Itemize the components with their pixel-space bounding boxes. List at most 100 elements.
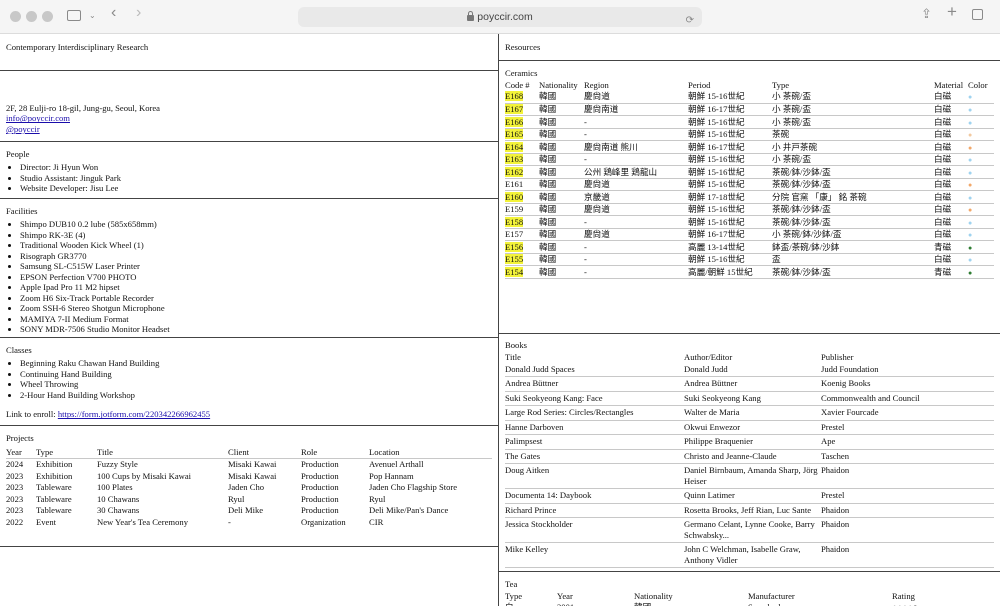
projects-heading: Projects — [6, 433, 34, 443]
color-dot-icon: ● — [968, 181, 973, 190]
ceramic-code[interactable]: E154 — [505, 266, 524, 277]
table-row[interactable]: E160 韓國 京畿道 朝鮮 17-18世紀 分院 官窯 「康」 銘 茶碗 白磁 ● — [505, 190, 994, 204]
table-row[interactable]: E155 韓國 - 朝鮮 15-16世紀盃白磁 ● — [505, 253, 994, 267]
table-cell: Donald Judd Spaces — [505, 362, 684, 378]
ceramics-column-header: Period — [688, 79, 711, 90]
minimize-window-button[interactable] — [26, 11, 37, 22]
facility-item: MAMIYA 7-II Medium Format — [20, 314, 492, 324]
class-item: 2-Hour Hand Building Workshop — [20, 390, 492, 400]
table-cell: 韓國 — [539, 228, 584, 242]
table-cell: 鉢盃/茶碗/鉢/沙鉢 — [772, 240, 934, 254]
ceramic-code[interactable]: E163 — [505, 154, 524, 165]
ceramics-column-header: Material — [934, 79, 964, 90]
color-dot-icon: ● — [968, 93, 973, 102]
table-cell: 韓國 — [539, 203, 584, 217]
ceramic-code[interactable]: E162 — [505, 166, 524, 177]
table-row[interactable]: E163 韓國 - 朝鮮 15-16世紀小 茶碗/盃 白磁 ● — [505, 153, 994, 167]
ceramics-header-row: Code # Nationality Region Period Type Materia… — [505, 79, 994, 90]
table-cell: 韓國 — [539, 265, 584, 279]
table-cell: 韓國 — [539, 165, 584, 179]
color-dot-icon: ● — [968, 156, 973, 165]
table-cell: Koenig Books — [821, 376, 994, 392]
table-row[interactable]: E158 韓國 - 朝鮮 15-16世紀 茶碗/鉢/沙鉢/盃 白磁 ● — [505, 215, 994, 229]
chevron-down-icon[interactable]: ⌄ — [89, 10, 96, 22]
address-bar[interactable]: poyccir.com ⟳ — [298, 7, 702, 27]
ceramic-code-cell: E165 — [505, 128, 539, 142]
ceramic-code[interactable]: E161 — [505, 179, 523, 189]
table-cell: - — [584, 253, 688, 267]
enroll-link[interactable]: https://form.jotform.com/220342266962455 — [58, 409, 210, 419]
color-cell: ● — [968, 140, 994, 154]
ceramic-code-cell: E164 — [505, 140, 539, 154]
new-tab-icon[interactable]: + — [947, 3, 957, 20]
table-row[interactable]: E159 韓國 慶尙道 朝鮮 15-16世紀 茶碗/鉢/沙鉢/盃 白磁 ● — [505, 203, 994, 217]
table-cell: Production — [301, 482, 339, 493]
zoom-window-button[interactable] — [42, 11, 53, 22]
color-cell: ● — [968, 90, 994, 104]
sidebar-toggle-icon[interactable] — [67, 10, 81, 21]
table-cell: Tableware — [36, 493, 72, 504]
ceramic-code[interactable]: E160 — [505, 191, 524, 202]
table-row[interactable]: E164 韓國 慶尙南道 熊川 朝鮮 16-17世紀小 井戸茶碗 白磁 ● — [505, 140, 994, 154]
ceramic-code[interactable]: E165 — [505, 129, 524, 140]
reload-icon[interactable]: ⟳ — [686, 11, 694, 31]
books-header-row: Title Author/Editor Publisher — [505, 351, 994, 362]
tab-overview-icon[interactable] — [972, 9, 983, 20]
ceramics-section: Ceramics Code # Nationality Region Period Ty… — [499, 61, 1000, 334]
url-text: poyccir.com — [477, 11, 533, 23]
table-cell: 2023 — [6, 493, 24, 504]
table-cell: 100 Cups by Misaki Kawai — [97, 470, 192, 481]
forward-icon[interactable]: › — [136, 5, 141, 21]
table-cell: 朝鮮 15-16世紀 — [688, 203, 772, 217]
email-link[interactable]: info@poyccir.com — [6, 113, 70, 123]
close-window-button[interactable] — [10, 11, 21, 22]
facility-item: Risograph GR3770 — [20, 251, 492, 261]
ceramic-code[interactable]: E167 — [505, 104, 524, 114]
books-column-header: Author/Editor — [684, 351, 733, 362]
people-list: Director: Ji Hyun WonStudio Assistant: J… — [6, 162, 492, 193]
social-link[interactable]: @poyccir — [6, 124, 40, 134]
ceramic-code[interactable]: E166 — [505, 116, 524, 127]
ceramic-code[interactable]: E155 — [505, 254, 524, 265]
ceramic-code[interactable]: E159 — [505, 204, 523, 214]
table-cell: Doug Aitken — [505, 463, 684, 490]
table-row[interactable]: E162 韓國 公州 鶏峰里 鶏龍山 朝鮮 15-16世紀 茶碗/鉢/沙鉢/盃 白磁 ● — [505, 165, 994, 179]
back-icon[interactable]: ‹ — [111, 5, 116, 21]
table-row[interactable]: E165 韓國 - 朝鮮 15-16世紀 茶碗 白磁 ● — [505, 128, 994, 142]
table-cell: - — [228, 516, 231, 527]
table-row[interactable]: E156 韓國 - 高麗 13-14世紀 鉢盃/茶碗/鉢/沙鉢 青磁 ● — [505, 240, 994, 254]
table-cell: - — [584, 240, 688, 254]
table-cell: 朝鮮 15-16世紀 — [688, 128, 772, 142]
table-cell: 朝鮮 15-16世紀 — [688, 115, 772, 129]
table-row: 2023 Tableware 30 Chawans Deli Mike Producti… — [6, 505, 492, 516]
class-item: Beginning Raku Chawan Hand Building — [20, 358, 492, 368]
left-column: Contemporary Interdisciplinary Research … — [0, 34, 499, 606]
ceramic-code[interactable]: E157 — [505, 229, 523, 239]
table-cell: Large Rod Series: Circles/Rectangles — [505, 405, 684, 421]
table-row[interactable]: E166 韓國 - 朝鮮 15-16世紀小 茶碗/盃 白磁 ● — [505, 115, 994, 129]
table-cell: 白磁 — [934, 115, 968, 129]
table-cell: 朝鮮 15-16世紀 — [688, 90, 772, 104]
table-row[interactable]: E167 韓國 慶尙南道 朝鮮 16-17世紀小 茶碗/盃 白磁 ● — [505, 103, 994, 117]
ceramic-code[interactable]: E158 — [505, 216, 524, 227]
facility-item: Zoom H6 Six-Track Portable Recorder — [20, 293, 492, 303]
ceramic-code[interactable]: E164 — [505, 141, 524, 152]
table-row[interactable]: E161 韓國 慶尙道 朝鮮 15-16世紀 茶碗/鉢/沙鉢/盃 白磁 ● — [505, 178, 994, 192]
table-row[interactable]: E168 韓國 慶尙道 朝鮮 15-16世紀小 茶碗/盃 白磁 ● — [505, 90, 994, 104]
table-cell: 朝鮮 15-16世紀 — [688, 215, 772, 229]
table-cell: 茶碗/鉢/沙鉢/盃 — [772, 215, 934, 229]
share-icon[interactable]: ⇪ — [921, 7, 932, 20]
table-cell: 韓國 — [539, 253, 584, 267]
ceramic-code[interactable]: E168 — [505, 91, 524, 102]
table-row: Suki Seokyeong Kang: Face Suki Seokyeong … — [505, 391, 994, 407]
table-cell: Deli Mike/Pan's Dance — [369, 505, 449, 516]
table-cell: 白磁 — [934, 190, 968, 204]
table-row[interactable]: E157 韓國 慶尙道 朝鮮 16-17世紀小 茶碗/鉢/沙鉢/盃 白磁 ● — [505, 228, 994, 242]
ceramic-code-cell: E168 — [505, 90, 539, 104]
projects-column-header: Title — [97, 446, 228, 459]
table-cell: 朝鮮 15-16世紀 — [688, 165, 772, 179]
ceramic-code[interactable]: E156 — [505, 241, 524, 252]
table-row[interactable]: E154 韓國 - 高麗/朝鮮 15世紀 茶碗/鉢/沙鉢/盃 青磁 ● — [505, 265, 994, 279]
tea-column-header: Rating — [892, 590, 915, 601]
table-row: Doug Aitken Daniel Birnbaum, Amanda Sharp… — [505, 463, 994, 490]
